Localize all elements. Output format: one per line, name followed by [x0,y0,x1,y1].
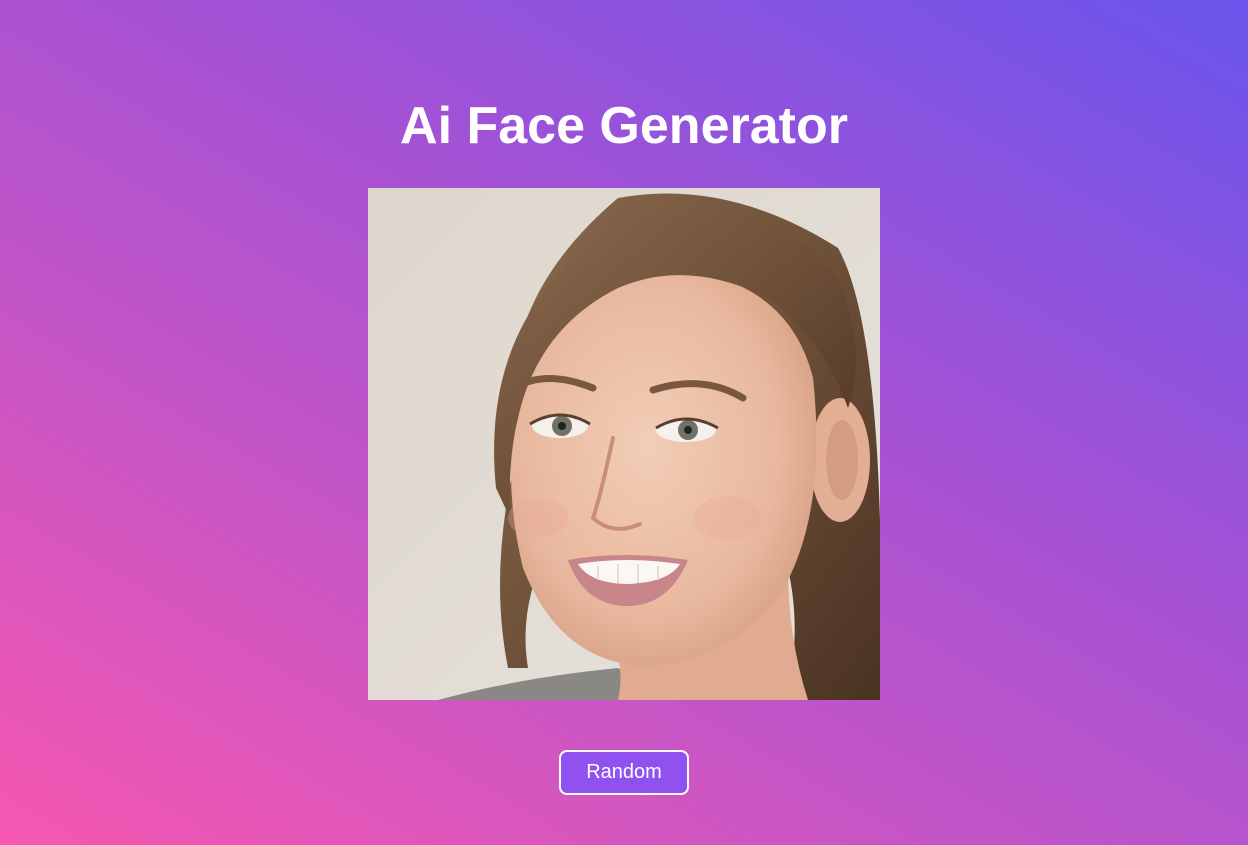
page-title: Ai Face Generator [400,97,848,155]
face-portrait-illustration [368,188,880,700]
random-button[interactable]: Random [559,750,689,795]
generated-face-image [368,188,880,700]
